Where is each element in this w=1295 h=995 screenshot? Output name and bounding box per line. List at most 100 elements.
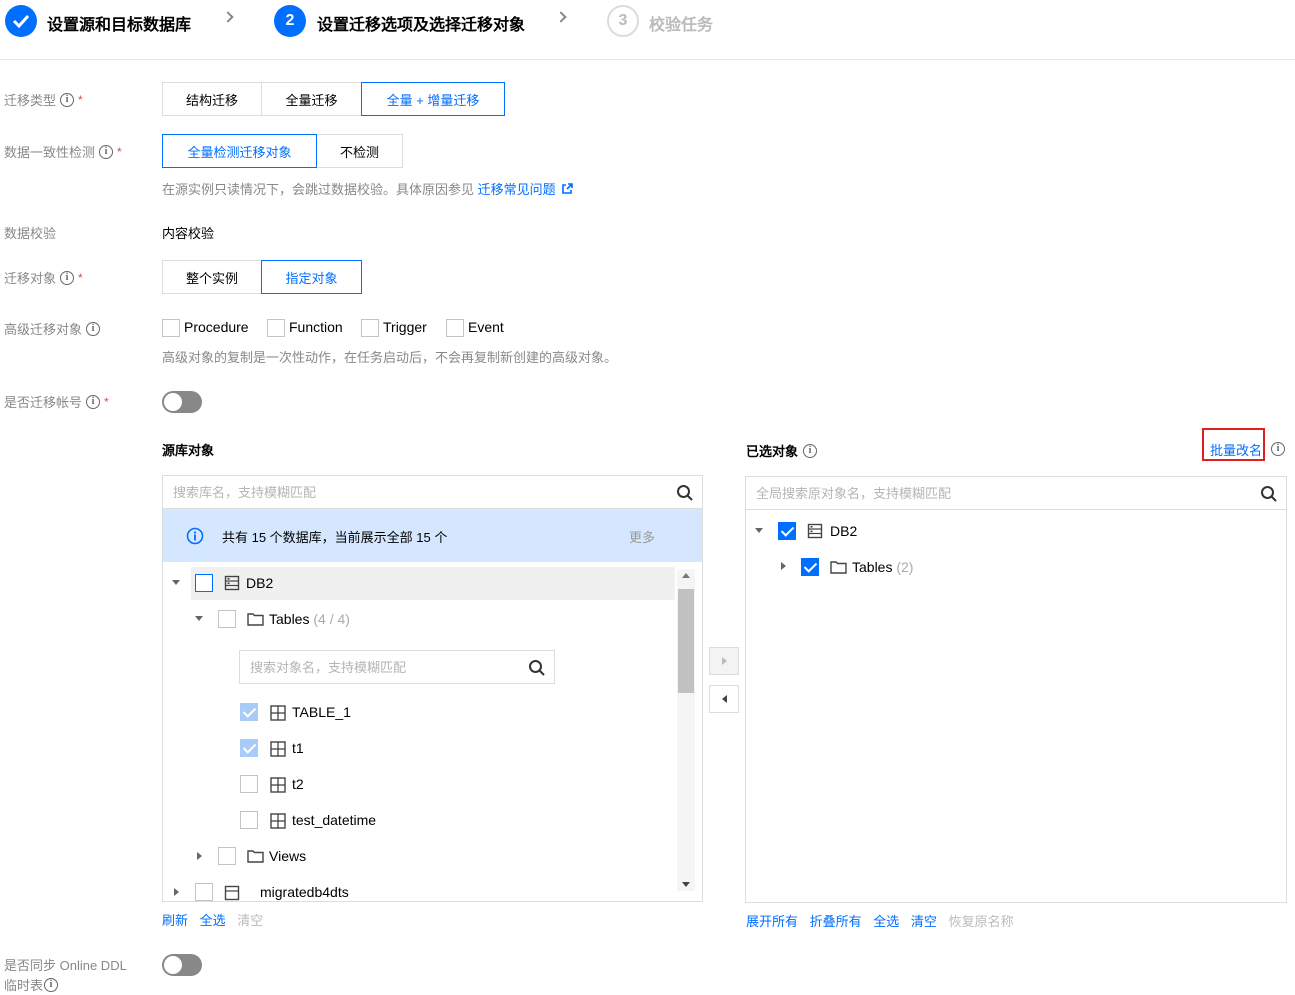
folder-icon bbox=[830, 561, 847, 574]
procedure-checkbox[interactable] bbox=[162, 319, 180, 337]
clear-link[interactable]: 清空 bbox=[911, 914, 937, 929]
table-icon bbox=[270, 705, 286, 721]
table-checkbox[interactable] bbox=[240, 703, 258, 721]
function-label: Function bbox=[289, 319, 343, 335]
restore-names-link[interactable]: 恢复原名称 bbox=[949, 914, 1014, 929]
table-checkbox[interactable] bbox=[240, 739, 258, 757]
table-icon bbox=[270, 777, 286, 793]
step-2-label: 设置迁移选项及选择迁移对象 bbox=[317, 17, 526, 34]
batch-rename-link[interactable]: 批量改名 bbox=[1210, 440, 1262, 459]
tables-checkbox[interactable] bbox=[801, 558, 819, 576]
move-left-button[interactable] bbox=[709, 685, 739, 713]
option-full-migration[interactable]: 全量迁移 bbox=[261, 82, 362, 116]
views-checkbox[interactable] bbox=[218, 847, 236, 865]
select-all-link[interactable]: 全选 bbox=[200, 913, 226, 928]
folder-icon bbox=[247, 613, 264, 626]
info-icon[interactable]: i bbox=[86, 394, 101, 409]
trigger-checkbox[interactable] bbox=[361, 319, 379, 337]
external-link-icon[interactable] bbox=[561, 183, 574, 195]
views-label[interactable]: Views bbox=[269, 848, 306, 864]
required-mark: * bbox=[78, 92, 83, 107]
info-icon[interactable]: i bbox=[60, 92, 75, 107]
refresh-link[interactable]: 刷新 bbox=[162, 913, 188, 928]
caret-right-icon[interactable] bbox=[781, 562, 786, 570]
data-check-value: 内容校验 bbox=[162, 226, 215, 241]
source-search-input[interactable] bbox=[163, 476, 702, 508]
scrollbar-thumb[interactable] bbox=[678, 589, 694, 693]
db2-label[interactable]: DB2 bbox=[246, 575, 273, 591]
option-specified-objects[interactable]: 指定对象 bbox=[261, 260, 362, 294]
info-icon[interactable]: i bbox=[86, 321, 101, 336]
db2-checkbox[interactable] bbox=[778, 522, 796, 540]
scroll-up-arrow-icon[interactable] bbox=[682, 573, 690, 578]
function-checkbox[interactable] bbox=[267, 319, 285, 337]
required-mark: * bbox=[78, 270, 83, 285]
info-icon[interactable]: i bbox=[44, 977, 59, 992]
caret-down-icon[interactable] bbox=[172, 580, 180, 585]
advanced-objects-text: 高级迁移对象 bbox=[4, 322, 83, 337]
data-check-label: 数据校验 bbox=[4, 226, 57, 241]
info-icon[interactable]: i bbox=[1271, 442, 1285, 456]
table-name[interactable]: TABLE_1 bbox=[292, 704, 351, 720]
caret-down-icon[interactable] bbox=[755, 528, 763, 533]
expand-all-link[interactable]: 展开所有 bbox=[746, 914, 798, 929]
scrollbar-track[interactable] bbox=[677, 569, 695, 891]
db-checkbox[interactable] bbox=[195, 883, 213, 901]
source-panel-actions: 刷新 全选 清空 bbox=[162, 910, 271, 929]
tables-label[interactable]: Tables (2) bbox=[852, 559, 913, 575]
selected-objects-panel: DB2 Tables (2) bbox=[745, 476, 1287, 903]
scroll-down-arrow-icon[interactable] bbox=[682, 882, 690, 887]
tables-checkbox[interactable] bbox=[218, 610, 236, 628]
object-search-input[interactable] bbox=[240, 651, 554, 683]
database-icon bbox=[807, 523, 823, 539]
migration-object-label: 迁移对象 i * bbox=[4, 268, 83, 287]
info-icon[interactable]: i bbox=[803, 443, 818, 458]
caret-down-icon[interactable] bbox=[195, 616, 203, 621]
info-icon[interactable]: i bbox=[60, 270, 75, 285]
table-name[interactable]: t1 bbox=[292, 740, 304, 756]
faq-link[interactable]: 迁移常见问题 bbox=[478, 182, 556, 197]
chevron-right-icon bbox=[555, 11, 567, 23]
migration-object-selector: 整个实例 指定对象 bbox=[162, 260, 362, 294]
collapse-all-link[interactable]: 折叠所有 bbox=[810, 914, 862, 929]
db-label[interactable]: migratedb4dts bbox=[260, 884, 349, 900]
table-checkbox[interactable] bbox=[240, 811, 258, 829]
selected-search-input[interactable] bbox=[746, 477, 1286, 509]
option-full-incremental-migration[interactable]: 全量 + 增量迁移 bbox=[361, 82, 505, 116]
db2-label[interactable]: DB2 bbox=[830, 523, 857, 539]
search-icon[interactable] bbox=[528, 659, 546, 677]
step-1-done-icon bbox=[5, 5, 37, 37]
table-checkbox[interactable] bbox=[240, 775, 258, 793]
clear-link[interactable]: 清空 bbox=[237, 913, 263, 928]
option-no-check[interactable]: 不检测 bbox=[316, 134, 403, 168]
table-name[interactable]: test_datetime bbox=[292, 812, 376, 828]
db2-checkbox[interactable] bbox=[195, 574, 213, 592]
search-icon[interactable] bbox=[1260, 485, 1278, 503]
database-icon bbox=[224, 885, 240, 901]
table-name[interactable]: t2 bbox=[292, 776, 304, 792]
advanced-objects-hint: 高级对象的复制是一次性动作，在任务启动后，不会再复制新创建的高级对象。 bbox=[162, 350, 618, 365]
info-icon[interactable]: i bbox=[99, 144, 114, 159]
selected-panel-title: 已选对象 i bbox=[746, 441, 818, 460]
search-icon[interactable] bbox=[676, 484, 694, 502]
tables-label[interactable]: Tables (4 / 4) bbox=[269, 611, 350, 627]
required-mark: * bbox=[117, 144, 122, 159]
event-checkbox[interactable] bbox=[446, 319, 464, 337]
folder-icon bbox=[247, 850, 264, 863]
migrate-accounts-toggle[interactable] bbox=[162, 391, 202, 413]
tables-count: (2) bbox=[896, 559, 914, 575]
option-whole-instance[interactable]: 整个实例 bbox=[162, 260, 262, 294]
database-info-banner: 共有 15 个数据库，当前展示全部 15 个 更多 bbox=[163, 509, 702, 562]
table-icon bbox=[270, 741, 286, 757]
banner-more-link[interactable]: 更多 bbox=[629, 527, 655, 546]
option-structure-migration[interactable]: 结构迁移 bbox=[162, 82, 262, 116]
online-ddl-label-text: 临时表 bbox=[4, 978, 44, 993]
procedure-label: Procedure bbox=[184, 319, 249, 335]
header-divider bbox=[0, 59, 1295, 60]
select-all-link[interactable]: 全选 bbox=[873, 914, 899, 929]
option-full-check[interactable]: 全量检测迁移对象 bbox=[162, 134, 317, 168]
move-right-button[interactable] bbox=[709, 647, 739, 675]
caret-right-icon[interactable] bbox=[174, 888, 179, 896]
online-ddl-toggle[interactable] bbox=[162, 954, 202, 976]
caret-right-icon[interactable] bbox=[197, 852, 202, 860]
